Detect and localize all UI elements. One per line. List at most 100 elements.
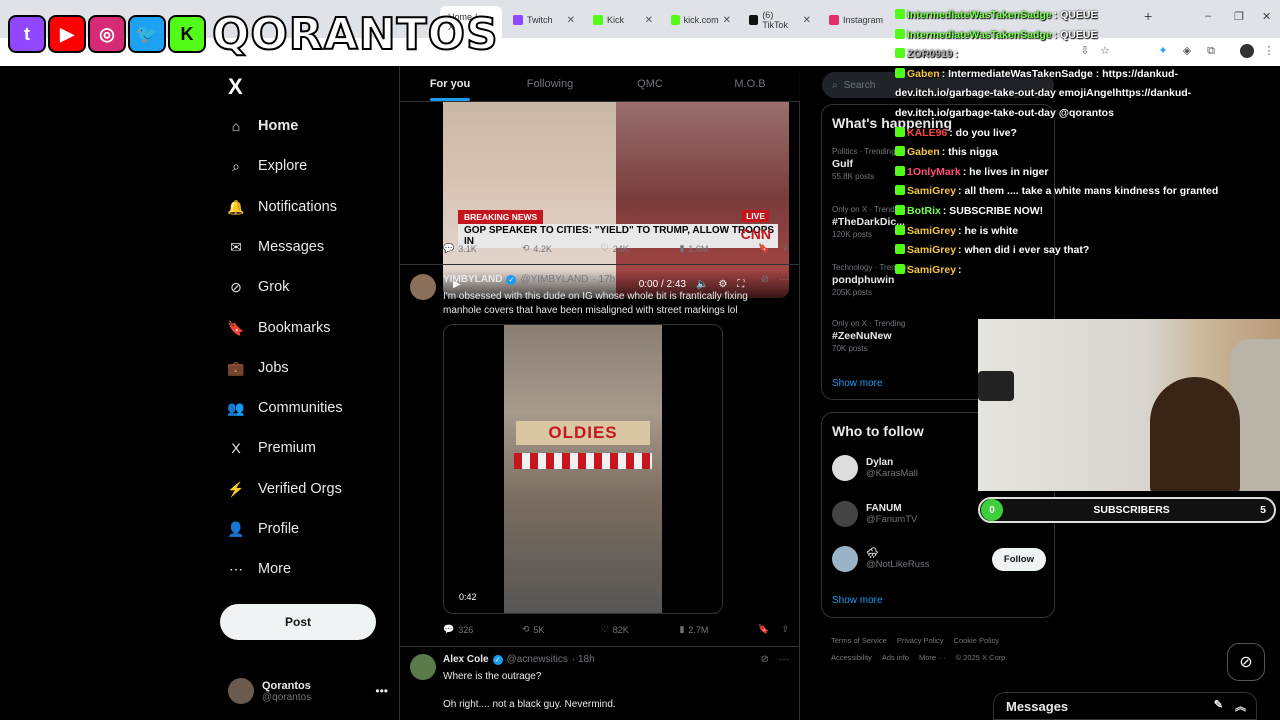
tab-label: Kick xyxy=(607,15,625,25)
tab-kick[interactable]: Kick ✕ xyxy=(585,8,661,32)
tab-following[interactable]: Following xyxy=(500,66,600,101)
grok-icon[interactable]: ⊘ xyxy=(761,654,769,665)
chevron-up-icon[interactable]: ︽ xyxy=(1235,698,1246,714)
reply-icon: 💬 xyxy=(443,624,455,634)
nav-item-label: Premium xyxy=(258,440,317,456)
chat-message: SamiGrey: xyxy=(895,261,1280,281)
chat-message: BotRix: SUBSCRIBE NOW! xyxy=(895,202,1280,222)
jobs-icon: 💼 xyxy=(227,359,245,376)
x-logo[interactable]: X xyxy=(228,74,243,100)
home-icon: ⌂ xyxy=(231,118,241,134)
nav-item-profile[interactable]: 👤 Profile xyxy=(227,515,299,543)
close-icon[interactable]: ✕ xyxy=(645,15,653,26)
close-icon[interactable]: ✕ xyxy=(723,15,731,26)
subscriber-label: SUBSCRIBERS xyxy=(1093,504,1170,516)
nav-item-messages[interactable]: ✉ Messages xyxy=(228,233,324,261)
more-icon[interactable]: ··· xyxy=(779,274,789,285)
like-button[interactable]: ♡ 24K xyxy=(601,243,680,254)
follow-suggestion[interactable]: 🌧 @NotLikeRuss Follow xyxy=(832,546,1046,572)
grok-icon[interactable]: ⊘ xyxy=(761,274,769,285)
nav-item-premium[interactable]: X Premium xyxy=(228,434,316,462)
video-player[interactable]: OLDIES 0:42 xyxy=(443,324,723,614)
nav-item-bookmarks[interactable]: 🔖 Bookmarks xyxy=(227,314,331,342)
repost-button[interactable]: ⟲ 4.2K xyxy=(522,243,601,254)
video-frame-right xyxy=(616,102,789,298)
chat-text: : this nigga xyxy=(941,146,998,159)
nav-item-label: More xyxy=(258,561,292,577)
repost-icon: ⟲ xyxy=(521,624,530,634)
share-icon[interactable]: ⇪ xyxy=(781,624,789,635)
author-handle[interactable]: @YIMBYLAND xyxy=(520,274,588,285)
share-icon[interactable]: ⇪ xyxy=(781,243,789,254)
footer-link[interactable]: Privacy Policy xyxy=(897,636,944,645)
video-player[interactable]: BREAKING NEWS LIVE GOP SPEAKER TO CITIES… xyxy=(443,102,789,298)
reply-button[interactable]: 💬 326 xyxy=(443,624,522,635)
chat-badge-icon xyxy=(895,48,905,59)
post-button[interactable]: Post xyxy=(220,604,376,640)
nav-item-explore[interactable]: ⌕ Explore xyxy=(228,152,307,180)
more-icon[interactable]: ••• xyxy=(375,684,388,698)
compose-icon[interactable]: ✎ xyxy=(1214,698,1223,714)
tab-qmc[interactable]: QMC xyxy=(600,66,700,101)
tab-kick-com[interactable]: kick.com ✕ xyxy=(663,8,739,32)
grok-button[interactable]: ⊘ xyxy=(1227,643,1265,681)
footer-link[interactable]: Cookie Policy xyxy=(954,636,999,645)
bookmark-icon[interactable]: 🔖 xyxy=(758,243,769,254)
footer-link[interactable]: Terms of Service xyxy=(831,636,887,645)
nav-item-verified-orgs[interactable]: ⚡ Verified Orgs xyxy=(227,475,342,503)
account-switcher[interactable]: Qorantos @qorantos ••• xyxy=(228,678,388,704)
author-name[interactable]: YIMBYLAND xyxy=(443,274,502,285)
instagram-icon: ◎ xyxy=(88,15,126,53)
chat-badge-icon xyxy=(895,165,905,176)
repost-button[interactable]: ⟲ 5K xyxy=(522,624,601,635)
nav-item-label: Grok xyxy=(258,279,290,295)
nav-item-label: Bookmarks xyxy=(258,320,331,336)
profile-icon: 👤 xyxy=(227,520,245,537)
show-more-link[interactable]: Show more xyxy=(832,595,883,606)
nav-item-grok[interactable]: ⊘ Grok xyxy=(228,273,289,301)
tab-label: Instagram xyxy=(843,15,884,25)
author-handle[interactable]: @acnewsitics xyxy=(507,654,568,665)
views-button[interactable]: ▮ 2.7M xyxy=(679,624,758,635)
like-button[interactable]: ♡ 82K xyxy=(601,624,680,635)
grok-icon: ⊘ xyxy=(1239,654,1253,671)
nav-item-jobs[interactable]: 💼 Jobs xyxy=(227,354,288,382)
post-text: Where is the outrage? xyxy=(443,671,542,682)
post-actions: 💬 3.1K ⟲ 4.2K ♡ 24K ▮ 1.6M 🔖 ⇪ xyxy=(443,243,789,254)
tab-instagram[interactable]: Instagram xyxy=(821,8,895,32)
author-name[interactable]: Alex Cole xyxy=(443,654,489,665)
chat-username: Gaben xyxy=(907,146,940,159)
footer-link[interactable]: More ··· xyxy=(919,653,946,662)
chat-message: 1OnlyMark: he lives in niger xyxy=(895,163,1280,183)
nav-item-home[interactable]: ⌂ Home xyxy=(228,112,299,140)
premium-icon: X xyxy=(231,440,241,456)
follow-button[interactable]: Follow xyxy=(991,547,1046,571)
chat-text: dev.itch.io/garbage-take-out-day @qorant… xyxy=(895,106,1114,119)
chat-message: Gaben: this nigga xyxy=(895,143,1280,163)
reply-button[interactable]: 💬 3.1K xyxy=(443,243,522,254)
views-icon: ▮ xyxy=(679,243,685,253)
close-icon[interactable]: ✕ xyxy=(567,15,575,26)
tab-tiktok[interactable]: (6) TikTok ✕ xyxy=(741,8,819,32)
tab-mob[interactable]: M.O.B xyxy=(700,66,800,101)
nav-item-more[interactable]: ⋯ More xyxy=(228,555,291,583)
tab-twitch[interactable]: Twitch ✕ xyxy=(505,8,583,32)
close-icon[interactable]: ✕ xyxy=(803,15,811,26)
footer-link[interactable]: Accessibility xyxy=(831,653,872,662)
bookmarks-icon: 🔖 xyxy=(227,319,245,336)
post-header: Alex Cole ✓ @acnewsitics · 18h ⊘ ··· xyxy=(443,654,789,665)
chat-badge-icon xyxy=(895,126,905,137)
show-more-link[interactable]: Show more xyxy=(832,378,883,389)
bookmark-icon[interactable]: 🔖 xyxy=(758,624,769,635)
footer-link[interactable]: Ads info xyxy=(882,653,909,662)
nav-item-communities[interactable]: 👥 Communities xyxy=(227,394,342,422)
chat-username: IntermediateWasTakenSadge xyxy=(907,28,1052,41)
more-icon[interactable]: ··· xyxy=(779,654,789,665)
repost-count: 5K xyxy=(533,624,545,635)
views-button[interactable]: ▮ 1.6M xyxy=(679,243,758,254)
tab-for-you[interactable]: For you xyxy=(400,66,500,101)
views-icon: ▮ xyxy=(679,624,685,634)
nav-item-notifications[interactable]: 🔔 Notifications xyxy=(227,193,337,221)
nav-item-label: Home xyxy=(258,118,299,134)
messages-drawer[interactable]: Messages ✎ ︽ xyxy=(993,692,1257,720)
